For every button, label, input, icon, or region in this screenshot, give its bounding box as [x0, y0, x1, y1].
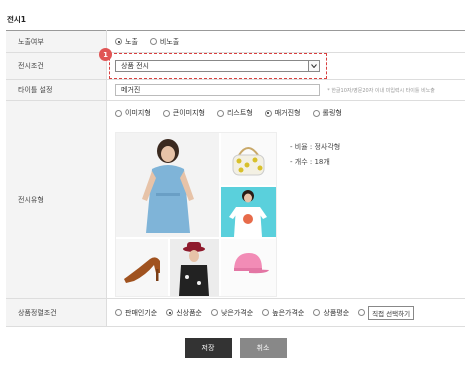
blue-dress-model-photo — [116, 133, 219, 237]
pink-cap-photo — [221, 239, 276, 296]
type-option-list[interactable]: 리스트형 — [216, 108, 253, 118]
display-type-info: - 비율 : 정사각형 - 개수 : 18개 — [290, 140, 340, 170]
condition-row: 전시조건 1 상품 전시 — [6, 48, 465, 80]
sort-option-popular[interactable]: 판매인기순 — [115, 308, 157, 318]
sort-radio-group: 판매인기순 신상품순 낮은가격순 높은가격순 상품평순 직접 선택하기 — [115, 305, 465, 320]
type-option-image[interactable]: 이미지형 — [115, 108, 151, 118]
exposure-label: 노출여부 — [6, 30, 107, 53]
radio-selected-icon[interactable] — [115, 38, 122, 45]
radio-selected-icon[interactable] — [264, 109, 272, 117]
exposure-option-hide[interactable]: 비노출 — [149, 37, 179, 47]
sort-row: 상품정렬조건 판매인기순 신상품순 낮은가격순 높은가격순 상품평순 직접 선택… — [6, 298, 465, 327]
polka-dot-bag-photo — [221, 133, 276, 185]
radio-icon[interactable] — [358, 309, 366, 316]
radio-icon[interactable] — [262, 309, 270, 316]
type-option-large-image[interactable]: 큰이미지형 — [162, 108, 205, 118]
radio-icon[interactable] — [149, 38, 157, 45]
hat-model-photo — [170, 239, 219, 296]
display-type-row: 전시유형 이미지형 큰이미지형 리스트형 매거진형 롤링형 - 비율: 정사각… — [6, 100, 465, 299]
radio-icon[interactable] — [216, 109, 224, 117]
type-option-magazine[interactable]: 매거진형 — [264, 108, 301, 118]
title-label: 타이틀 설정 — [6, 79, 107, 101]
display-settings-form: 노출여부 노출 비노출 전시조건 1 상품 전시 타이틀 설정 메거진 * 한글… — [6, 30, 465, 327]
radio-icon[interactable] — [115, 109, 122, 117]
highlight-box — [109, 53, 327, 79]
white-tshirt-model-photo — [221, 187, 276, 237]
exposure-radio-group: 노출 비노출 — [115, 37, 465, 47]
cancel-button[interactable]: 취소 — [239, 338, 287, 358]
radio-icon[interactable] — [115, 309, 122, 316]
count-info: - 개수 : 18개 — [290, 158, 330, 166]
title-hint: * 한글10자/영문20자 이내 미입력시 타이틀 비노출 — [327, 87, 435, 94]
section-title: 전시1 — [7, 15, 27, 24]
exposure-row: 노출여부 노출 비노출 — [6, 30, 465, 53]
sort-label: 상품정렬조건 — [6, 298, 107, 327]
radio-icon[interactable] — [312, 109, 320, 117]
step-badge: 1 — [99, 48, 112, 61]
title-row: 타이틀 설정 * 한글10자/영문20자 이내 미입력시 타이틀 비노출 — [6, 79, 465, 101]
condition-label: 전시조건 — [6, 52, 107, 80]
sort-option-low-price[interactable]: 낮은가격순 — [210, 308, 253, 318]
radio-selected-icon[interactable] — [166, 309, 174, 316]
sort-option-manual[interactable]: 직접 선택하기 — [358, 305, 415, 320]
brown-heels-photo — [116, 239, 168, 296]
title-input[interactable] — [115, 84, 320, 96]
save-button[interactable]: 저장 — [184, 338, 232, 358]
exposure-option-show[interactable]: 노출 — [115, 37, 138, 47]
sort-option-newest[interactable]: 신상품순 — [166, 308, 202, 318]
radio-icon[interactable] — [162, 109, 170, 117]
radio-icon[interactable] — [313, 309, 321, 316]
sort-option-review[interactable]: 상품평순 — [313, 308, 349, 318]
type-option-rolling[interactable]: 롤링형 — [312, 108, 342, 118]
radio-icon[interactable] — [210, 309, 218, 316]
magazine-preview — [115, 132, 277, 297]
ratio-info: - 비율 : 정사각형 — [290, 143, 341, 151]
display-type-label: 전시유형 — [6, 100, 107, 299]
manual-select-button[interactable]: 직접 선택하기 — [368, 305, 415, 320]
display-type-radio-group: 이미지형 큰이미지형 리스트형 매거진형 롤링형 — [115, 108, 465, 118]
form-actions: 저장 취소 — [0, 338, 471, 358]
sort-option-high-price[interactable]: 높은가격순 — [262, 308, 304, 318]
